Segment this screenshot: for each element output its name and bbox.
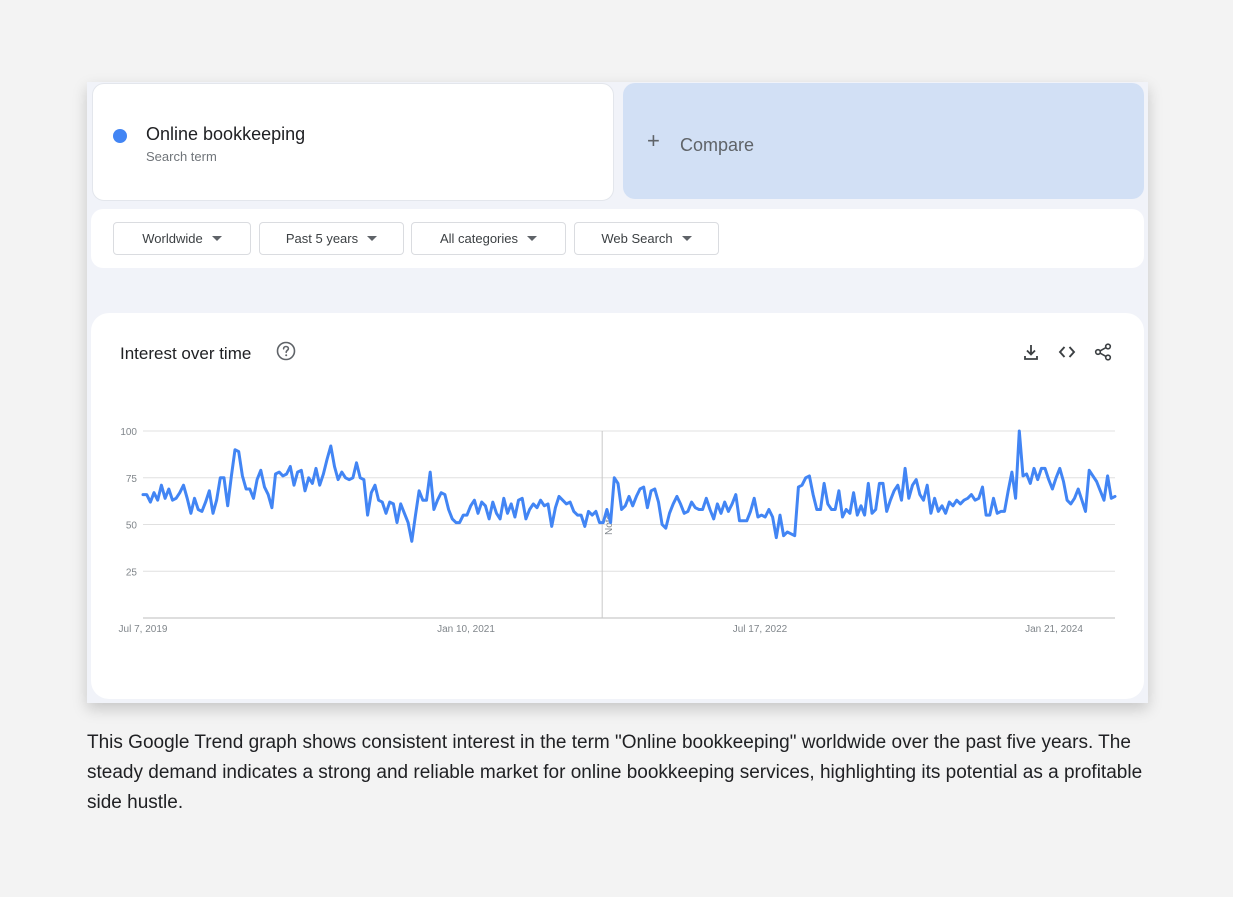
caret-down-icon — [681, 236, 692, 241]
interest-over-time-card: Interest over time 100 75 50 25 Note Jul 7, 2… — [91, 313, 1144, 699]
compare-label: Compare — [680, 135, 755, 155]
search-type-filter-dropdown[interactable]: Web Search — [574, 222, 719, 255]
trends-panel: Online bookkeeping Search term + Compare… — [87, 82, 1148, 703]
plus-icon: + — [647, 128, 660, 153]
filters-bar: Worldwide Past 5 years All categories We… — [91, 209, 1144, 268]
search-term-card[interactable]: Online bookkeeping Search term — [92, 83, 614, 201]
x-tick-label: Jan 21, 2024 — [1025, 624, 1083, 635]
compare-button[interactable]: + Compare — [623, 83, 1144, 199]
y-tick-label: 100 — [120, 427, 137, 438]
search-term-subtitle: Search term — [146, 149, 217, 164]
time-range-filter-dropdown[interactable]: Past 5 years — [259, 222, 404, 255]
search-term-title[interactable]: Online bookkeeping — [146, 124, 305, 145]
caption-text: This Google Trend graph shows consistent… — [87, 732, 1143, 813]
x-tick-label: Jan 10, 2021 — [437, 624, 495, 635]
y-tick-label: 50 — [126, 521, 138, 532]
caret-down-icon — [211, 236, 222, 241]
x-tick-label: Jul 7, 2019 — [119, 624, 168, 635]
category-filter-dropdown[interactable]: All categories — [411, 222, 566, 255]
search-type-filter-label: Web Search — [601, 231, 673, 246]
time-range-filter-label: Past 5 years — [285, 231, 359, 246]
caret-down-icon — [367, 236, 378, 241]
interest-line-chart: 100755025NoteJul 7, 2019 Jan 10, 2021 Jul … — [119, 427, 1117, 635]
y-tick-label: 25 — [126, 567, 138, 578]
y-tick-label: 75 — [126, 474, 138, 485]
region-filter-label: Worldwide — [142, 231, 203, 246]
x-tick-label: Jul 17, 2022 — [733, 624, 788, 635]
term-color-dot — [113, 129, 127, 143]
caret-down-icon — [527, 236, 538, 241]
region-filter-dropdown[interactable]: Worldwide — [113, 222, 251, 255]
category-filter-label: All categories — [439, 231, 519, 246]
